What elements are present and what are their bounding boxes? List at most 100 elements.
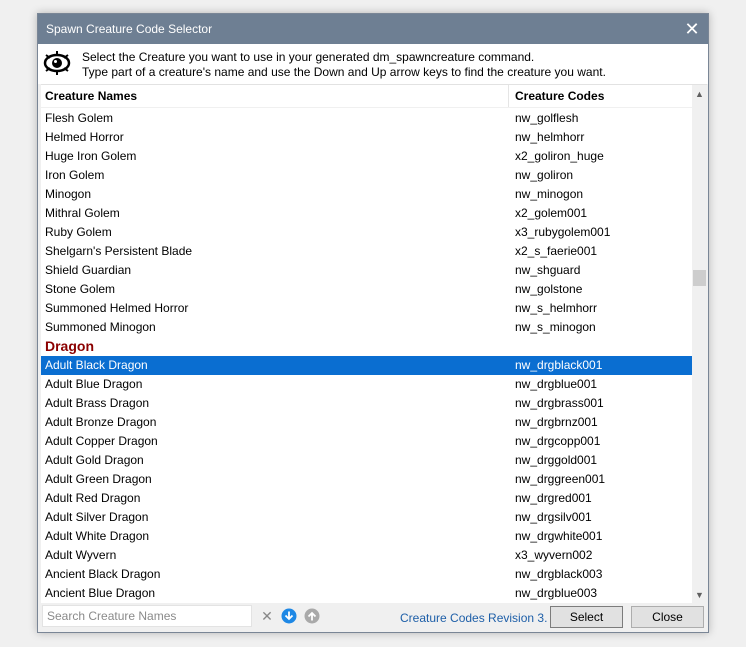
table-row[interactable]: Ruby Golem x3_rubygolem001: [41, 223, 692, 242]
creature-code-cell: nw_minogon: [515, 187, 584, 201]
window-title: Spawn Creature Code Selector: [46, 22, 213, 36]
eye-icon: [43, 51, 71, 75]
creature-code-cell: x3_rubygolem001: [515, 225, 611, 239]
instruction-line-1: Select the Creature you want to use in y…: [82, 50, 535, 64]
creature-code-cell: nw_drgblue003: [515, 586, 598, 600]
table-row[interactable]: Adult Silver Dragon nw_drgsilv001: [41, 508, 692, 527]
table-row[interactable]: Stone Golem nw_golstone: [41, 280, 692, 299]
revision-link[interactable]: Creature Codes Revision 3.: [400, 611, 547, 625]
table-row[interactable]: Shield Guardian nw_shguard: [41, 261, 692, 280]
table-row[interactable]: Adult Gold Dragon nw_drggold001: [41, 451, 692, 470]
table-row[interactable]: Adult Black Dragon nw_drgblack001: [41, 356, 692, 375]
creature-name-cell: Adult White Dragon: [45, 529, 150, 543]
table-row[interactable]: Adult White Dragon nw_drgwhite001: [41, 527, 692, 546]
spawn-creature-dialog: Spawn Creature Code Selector ✕ Select th…: [37, 13, 709, 633]
creature-name-cell: Stone Golem: [45, 282, 116, 296]
creature-code-cell: x2_s_faerie001: [515, 244, 598, 258]
clear-icon[interactable]: ✕: [259, 608, 275, 624]
creature-code-cell: nw_drgwhite001: [515, 529, 603, 543]
creature-name-cell: Adult Gold Dragon: [45, 453, 144, 467]
creature-name-cell: Minogon: [45, 187, 92, 201]
table-row[interactable]: Huge Iron Golem x2_goliron_huge: [41, 147, 692, 166]
column-header-names[interactable]: Creature Names: [45, 89, 137, 103]
creature-name-cell: Adult Green Dragon: [45, 472, 152, 486]
column-divider[interactable]: [508, 85, 509, 107]
creature-code-cell: nw_drgsilv001: [515, 510, 592, 524]
table-row[interactable]: Adult Bronze Dragon nw_drgbrnz001: [41, 413, 692, 432]
creature-name-cell: Mithral Golem: [45, 206, 120, 220]
title-bar: Spawn Creature Code Selector ✕: [38, 14, 708, 44]
creature-code-cell: nw_s_helmhorr: [515, 301, 598, 315]
creature-name-cell: Iron Golem: [45, 168, 105, 182]
creature-name-cell: Adult Blue Dragon: [45, 377, 143, 391]
creature-code-cell: nw_drgcopp001: [515, 434, 601, 448]
group-header-row: Dragon: [41, 337, 692, 356]
table-row[interactable]: Adult Blue Dragon nw_drgblue001: [41, 375, 692, 394]
creature-code-cell: nw_drggold001: [515, 453, 598, 467]
creature-code-cell: nw_drgblue001: [515, 377, 598, 391]
scroll-up-icon[interactable]: ▲: [692, 85, 707, 102]
creature-name-cell: Summoned Helmed Horror: [45, 301, 189, 315]
creature-code-cell: nw_helmhorr: [515, 130, 585, 144]
table-row[interactable]: Shelgarn's Persistent Blade x2_s_faerie00…: [41, 242, 692, 261]
table-row[interactable]: Adult Copper Dragon nw_drgcopp001: [41, 432, 692, 451]
table-row[interactable]: Ancient Blue Dragon nw_drgblue003: [41, 584, 692, 603]
creature-name-cell: Ancient Blue Dragon: [45, 586, 156, 600]
table-row[interactable]: Adult Wyvern x3_wyvern002: [41, 546, 692, 565]
creature-name-cell: Helmed Horror: [45, 130, 124, 144]
table-row[interactable]: Flesh Golem nw_golflesh: [41, 109, 692, 128]
creature-code-cell: x2_goliron_huge: [515, 149, 604, 163]
creature-name-cell: Adult Red Dragon: [45, 491, 141, 505]
table-row[interactable]: Helmed Horror nw_helmhorr: [41, 128, 692, 147]
creature-code-cell: nw_drgblack003: [515, 567, 603, 581]
scroll-down-icon[interactable]: ▼: [692, 586, 707, 603]
column-headers: Creature Names Creature Codes: [41, 85, 692, 108]
creature-name-cell: Adult Wyvern: [45, 548, 117, 562]
table-row[interactable]: Adult Red Dragon nw_drgred001: [41, 489, 692, 508]
creature-name-cell: Ruby Golem: [45, 225, 112, 239]
creature-list[interactable]: Creature Names Creature Codes Flesh Gole…: [41, 84, 707, 603]
creature-code-cell: nw_s_minogon: [515, 320, 596, 334]
creature-code-cell: nw_drgbrass001: [515, 396, 604, 410]
creature-name-cell: Adult Black Dragon: [45, 358, 148, 372]
instructions-header: Select the Creature you want to use in y…: [38, 44, 708, 84]
table-row[interactable]: Ancient Black Dragon nw_drgblack003: [41, 565, 692, 584]
scrollbar-thumb[interactable]: [693, 270, 706, 287]
creature-code-cell: nw_golflesh: [515, 111, 579, 125]
list-rows: Flesh Golem nw_golflesh Helmed Horror nw_he…: [41, 109, 692, 603]
creature-name-cell: Summoned Minogon: [45, 320, 156, 334]
close-icon[interactable]: ✕: [676, 14, 708, 44]
creature-name-cell: Huge Iron Golem: [45, 149, 137, 163]
creature-name-cell: Ancient Black Dragon: [45, 567, 161, 581]
table-row[interactable]: Minogon nw_minogon: [41, 185, 692, 204]
column-header-codes[interactable]: Creature Codes: [515, 89, 604, 103]
table-row[interactable]: Iron Golem nw_goliron: [41, 166, 692, 185]
table-row[interactable]: Adult Brass Dragon nw_drgbrass001: [41, 394, 692, 413]
arrow-up-circle-icon[interactable]: [304, 608, 320, 624]
creature-code-cell: nw_drgbrnz001: [515, 415, 598, 429]
arrow-down-circle-icon[interactable]: [281, 608, 297, 624]
search-input[interactable]: [42, 605, 252, 627]
instruction-line-2: Type part of a creature's name and use t…: [82, 65, 606, 79]
vertical-scrollbar[interactable]: ▲ ▼: [692, 85, 707, 603]
creature-code-cell: x3_wyvern002: [515, 548, 593, 562]
table-row[interactable]: Adult Green Dragon nw_drggreen001: [41, 470, 692, 489]
creature-code-cell: nw_golstone: [515, 282, 583, 296]
group-header-label: Dragon: [45, 338, 94, 354]
select-button[interactable]: Select: [550, 606, 623, 628]
footer-bar: ✕ Creature Codes Revision 3. Select Clos…: [38, 602, 708, 634]
close-button[interactable]: Close: [631, 606, 704, 628]
creature-name-cell: Adult Silver Dragon: [45, 510, 149, 524]
creature-code-cell: nw_drggreen001: [515, 472, 606, 486]
creature-code-cell: nw_goliron: [515, 168, 574, 182]
creature-code-cell: nw_shguard: [515, 263, 581, 277]
creature-name-cell: Shield Guardian: [45, 263, 132, 277]
creature-code-cell: nw_drgblack001: [515, 358, 603, 372]
creature-code-cell: nw_drgred001: [515, 491, 592, 505]
table-row[interactable]: Mithral Golem x2_golem001: [41, 204, 692, 223]
creature-name-cell: Adult Copper Dragon: [45, 434, 158, 448]
table-row[interactable]: Summoned Minogon nw_s_minogon: [41, 318, 692, 337]
table-row[interactable]: Summoned Helmed Horror nw_s_helmhorr: [41, 299, 692, 318]
creature-name-cell: Flesh Golem: [45, 111, 114, 125]
creature-code-cell: x2_golem001: [515, 206, 588, 220]
